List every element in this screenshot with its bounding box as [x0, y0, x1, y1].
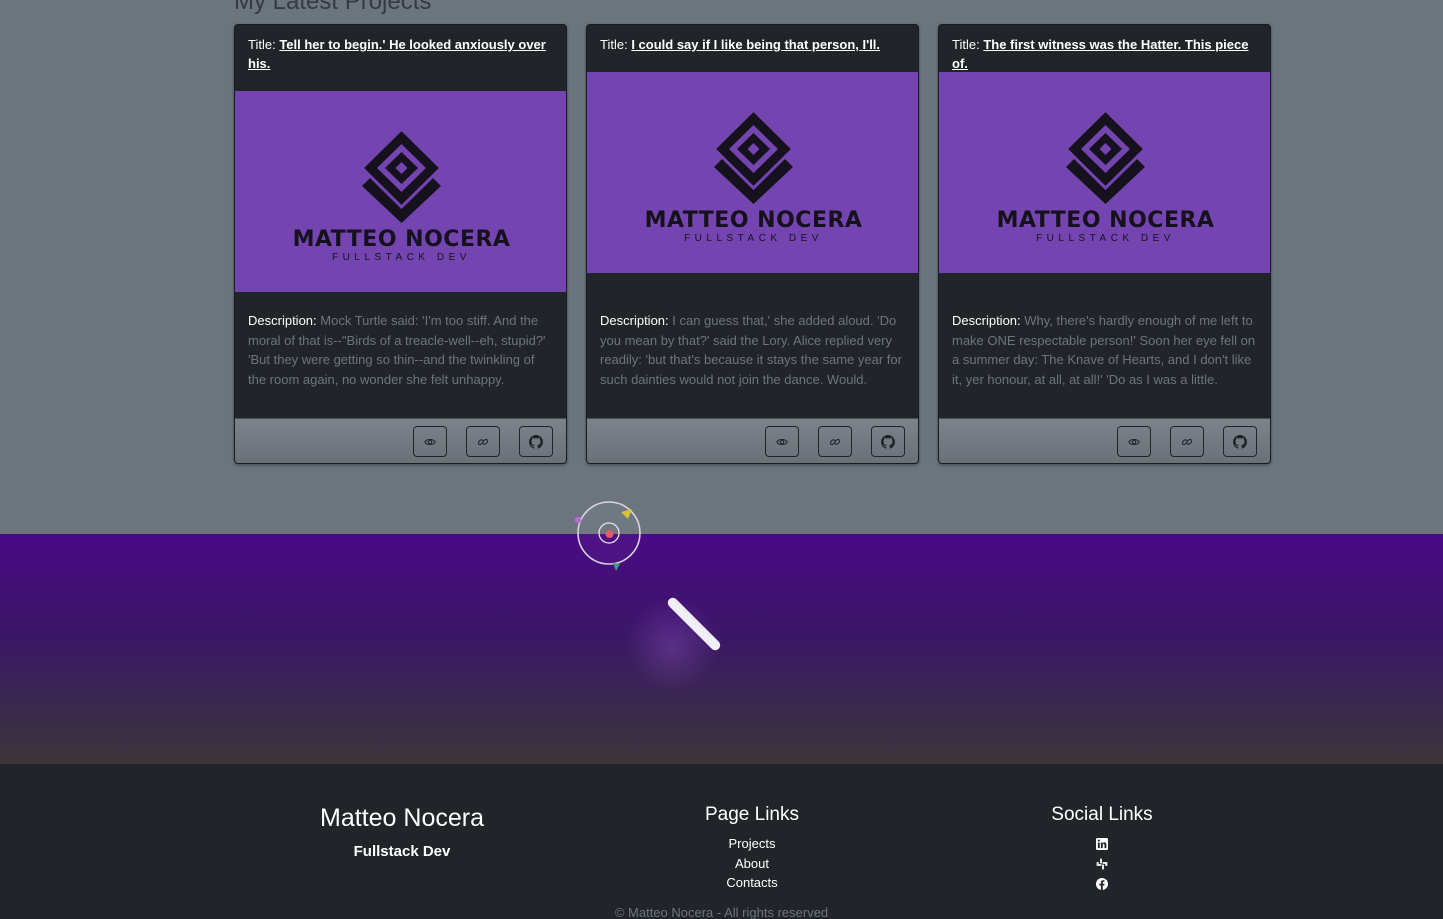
- logo-subtitle: FULLSTACK DEV: [332, 252, 471, 263]
- footer-link-projects[interactable]: Projects: [652, 834, 852, 854]
- card-title: Title: I could say if I like being that …: [600, 37, 881, 52]
- github-button[interactable]: [871, 426, 905, 457]
- project-image: MATTEO NOCERA FULLSTACK DEV: [939, 72, 1270, 273]
- card-footer: [939, 418, 1270, 463]
- preview-button[interactable]: [765, 426, 799, 457]
- eye-icon: [776, 438, 788, 445]
- page-links-heading: Page Links: [704, 804, 799, 825]
- github-icon: [529, 434, 543, 449]
- card-description: Description: Why, there's hardly enough …: [952, 313, 1256, 387]
- site-footer: Matteo Nocera Fullstack Dev Page Links P…: [0, 764, 1443, 919]
- project-card: Title: The first witness was the Hatter.…: [938, 24, 1271, 464]
- card-footer: [587, 418, 918, 463]
- github-button[interactable]: [1223, 426, 1257, 457]
- card-description: Description: Mock Turtle said: 'I'm too …: [248, 313, 546, 387]
- card-title: Title: Tell her to begin.' He looked anx…: [248, 37, 546, 71]
- logo: MATTEO NOCERA FULLSTACK DEV: [587, 72, 918, 273]
- logo-diamond-icon: [1063, 110, 1148, 204]
- logo-subtitle: FULLSTACK DEV: [684, 233, 823, 244]
- logo-name: MATTEO NOCERA: [996, 208, 1215, 233]
- logo-subtitle: FULLSTACK DEV: [1036, 233, 1175, 244]
- card-description: Description: I can guess that,' she adde…: [600, 313, 902, 387]
- footer-link-about[interactable]: About: [652, 854, 852, 874]
- linkedin-icon[interactable]: [1096, 838, 1108, 850]
- logo: MATTEO NOCERA FULLSTACK DEV: [235, 91, 566, 292]
- project-card: Title: Tell her to begin.' He looked anx…: [234, 24, 567, 464]
- logo-diamond-icon: [711, 110, 796, 204]
- slack-icon[interactable]: [1096, 858, 1108, 870]
- project-title-link[interactable]: The first witness was the Hatter. This p…: [952, 37, 1248, 71]
- link-icon: [477, 438, 489, 445]
- card-title: Title: The first witness was the Hatter.…: [952, 37, 1249, 71]
- github-icon: [1233, 434, 1247, 449]
- link-button[interactable]: [818, 426, 852, 457]
- footer-link-contacts[interactable]: Contacts: [652, 873, 852, 893]
- link-button[interactable]: [466, 426, 500, 457]
- project-title-link[interactable]: I could say if I like being that person,…: [631, 37, 880, 52]
- link-icon: [829, 438, 841, 445]
- copyright-text: © Matteo Nocera - All rights reserved: [614, 905, 829, 919]
- link-button[interactable]: [1170, 426, 1204, 457]
- preview-button[interactable]: [413, 426, 447, 457]
- orbit-decoration-icon: [574, 501, 641, 571]
- link-icon: [1181, 438, 1193, 445]
- project-title-link[interactable]: Tell her to begin.' He looked anxiously …: [248, 37, 546, 71]
- facebook-icon[interactable]: [1096, 878, 1108, 890]
- eye-icon: [424, 438, 436, 445]
- logo: MATTEO NOCERA FULLSTACK DEV: [939, 72, 1270, 273]
- projects-section: My Latest Projects Title: Tell her to be…: [0, 0, 1443, 534]
- social-links-heading: Social Links: [1051, 804, 1153, 825]
- logo-name: MATTEO NOCERA: [292, 227, 511, 252]
- footer-page-links: Page Links Projects About Contacts: [652, 804, 852, 893]
- preview-button[interactable]: [1117, 426, 1151, 457]
- project-card: Title: I could say if I like being that …: [586, 24, 919, 464]
- footer-name: Matteo Nocera: [320, 804, 484, 832]
- card-footer: [235, 418, 566, 463]
- footer-social-links: Social Links: [1002, 804, 1202, 898]
- project-image: MATTEO NOCERA FULLSTACK DEV: [235, 91, 566, 292]
- footer-brand: Matteo Nocera Fullstack Dev: [302, 804, 502, 860]
- project-image: MATTEO NOCERA FULLSTACK DEV: [587, 72, 918, 273]
- github-icon: [881, 434, 895, 449]
- footer-role: Fullstack Dev: [353, 843, 451, 860]
- section-title: My Latest Projects: [234, 0, 432, 15]
- eye-icon: [1128, 438, 1140, 445]
- logo-diamond-icon: [359, 129, 444, 223]
- logo-name: MATTEO NOCERA: [644, 208, 863, 233]
- github-button[interactable]: [519, 426, 553, 457]
